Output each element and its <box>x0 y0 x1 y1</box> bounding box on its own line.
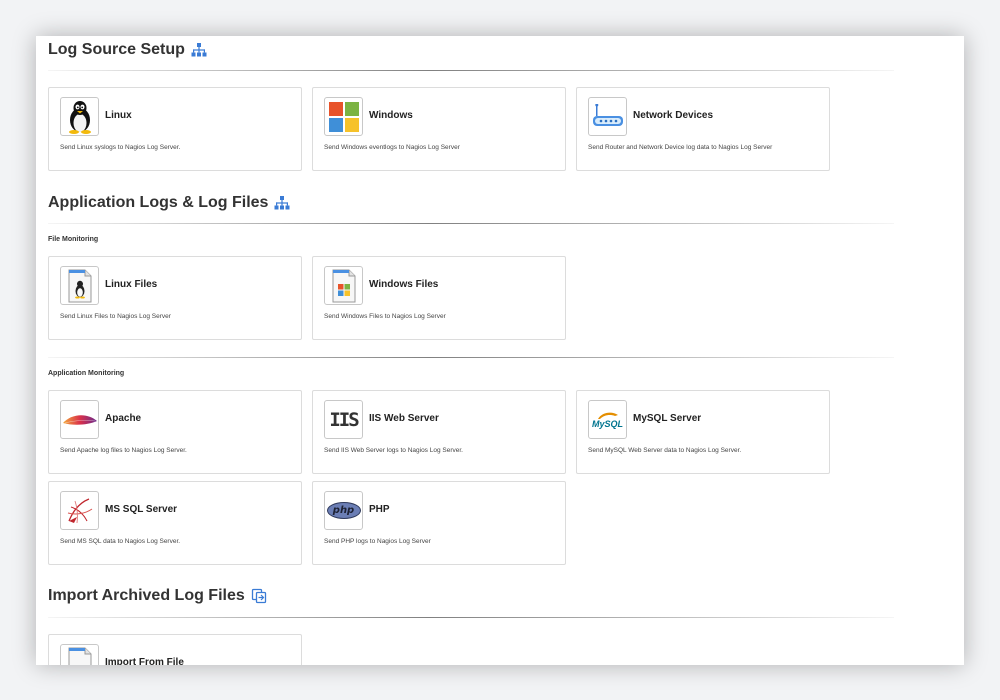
linux-file-icon <box>60 266 99 305</box>
card-title: Windows Files <box>369 279 439 290</box>
card-description: Send Linux Files to Nagios Log Server <box>60 313 171 320</box>
card-description: Send Apache log files to Nagios Log Serv… <box>60 447 187 454</box>
windows-logo-icon <box>324 97 363 136</box>
tux-penguin-icon <box>60 97 99 136</box>
iis-logo-icon: IIS <box>324 400 363 439</box>
card-description: Send PHP logs to Nagios Log Server <box>324 538 431 545</box>
section-title-log-source-setup: Log Source Setup <box>48 41 207 59</box>
sitemap-icon[interactable] <box>274 196 290 210</box>
card-title: Import From File <box>105 657 184 665</box>
section-title-application-logs: Application Logs & Log Files <box>48 194 290 212</box>
php-logo-oval: php <box>326 502 361 519</box>
divider <box>48 70 894 71</box>
card-description: Send MySQL Web Server data to Nagios Log… <box>588 447 742 454</box>
card-description: Send IIS Web Server logs to Nagios Log S… <box>324 447 463 454</box>
card-description: Send Windows Files to Nagios Log Server <box>324 313 446 320</box>
card-title: PHP <box>369 504 390 515</box>
card-title: Apache <box>105 413 142 424</box>
card-ms-sql-server[interactable]: MS SQL Server Send MS SQL data to Nagios… <box>48 481 302 565</box>
card-description: Send Router and Network Device log data … <box>588 144 773 151</box>
card-title: MySQL Server <box>633 413 702 424</box>
divider <box>48 617 894 618</box>
divider <box>48 223 894 224</box>
card-mysql-server[interactable]: MySQL MySQL Server Send MySQL Web Server… <box>576 390 830 474</box>
apache-feather-icon <box>60 400 99 439</box>
section-title-import-archived: Import Archived Log Files <box>48 587 267 605</box>
router-icon <box>588 97 627 136</box>
iis-logo-text: IIS <box>329 408 359 431</box>
section-title-text: Log Source Setup <box>48 41 185 58</box>
subsection-label-file-monitoring: File Monitoring <box>48 236 99 243</box>
card-title: Network Devices <box>633 110 714 121</box>
mysql-logo-text: MySQL <box>591 418 623 429</box>
card-windows[interactable]: Windows Send Windows eventlogs to Nagios… <box>312 87 566 171</box>
card-linux[interactable]: Linux Send Linux syslogs to Nagios Log S… <box>48 87 302 171</box>
import-file-icon <box>60 644 99 665</box>
card-title: MS SQL Server <box>105 504 178 515</box>
divider <box>48 357 894 358</box>
section-title-text: Application Logs & Log Files <box>48 194 269 211</box>
card-title: Linux Files <box>105 279 158 290</box>
php-logo-text: php <box>332 505 355 516</box>
card-import-from-file[interactable]: Import From File <box>48 634 302 665</box>
main-panel: Log Source Setup Linux Send Linux syslog… <box>36 36 964 665</box>
card-network-devices[interactable]: Network Devices Send Router and Network … <box>576 87 830 171</box>
sitemap-icon[interactable] <box>191 43 207 57</box>
copy-files-icon[interactable] <box>251 588 267 604</box>
card-title: Linux <box>105 110 132 121</box>
card-description: Send Windows eventlogs to Nagios Log Ser… <box>324 144 460 151</box>
card-title: IIS Web Server <box>369 413 439 424</box>
windows-file-icon <box>324 266 363 305</box>
card-linux-files[interactable]: Linux Files Send Linux Files to Nagios L… <box>48 256 302 340</box>
section-title-text: Import Archived Log Files <box>48 587 245 604</box>
card-php[interactable]: php PHP Send PHP logs to Nagios Log Serv… <box>312 481 566 565</box>
card-windows-files[interactable]: Windows Files Send Windows Files to Nagi… <box>312 256 566 340</box>
sql-server-icon <box>60 491 99 530</box>
card-description: Send Linux syslogs to Nagios Log Server. <box>60 144 181 151</box>
card-apache[interactable]: Apache Send Apache log files to Nagios L… <box>48 390 302 474</box>
card-description: Send MS SQL data to Nagios Log Server. <box>60 538 181 545</box>
card-title: Windows <box>369 110 413 121</box>
mysql-dolphin-icon: MySQL <box>588 400 627 439</box>
subsection-label-application-monitoring: Application Monitoring <box>48 370 125 377</box>
php-logo-icon: php <box>324 491 363 530</box>
card-iis-web-server[interactable]: IIS IIS Web Server Send IIS Web Server l… <box>312 390 566 474</box>
